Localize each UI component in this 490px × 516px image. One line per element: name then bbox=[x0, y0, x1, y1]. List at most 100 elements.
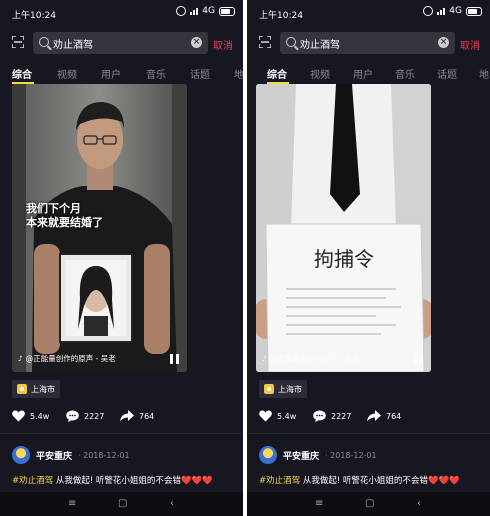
video-caption-line2: 本来就要结婚了 bbox=[26, 216, 103, 229]
system-nav-bar: ≡ ▢ ‹ bbox=[0, 492, 243, 516]
share-count: 764 bbox=[139, 411, 155, 421]
pause-icon[interactable] bbox=[170, 354, 179, 364]
status-time: 上午10:24 bbox=[12, 11, 56, 21]
post-date: · 2018-12-01 bbox=[78, 450, 130, 460]
tab-videos[interactable]: 视频 bbox=[57, 66, 77, 81]
share-icon bbox=[367, 410, 381, 422]
scan-icon[interactable] bbox=[12, 36, 24, 48]
tab-bar: 综合 视频 用户 音乐 话题 地 bbox=[247, 62, 490, 84]
tab-topics[interactable]: 话题 bbox=[190, 66, 210, 81]
search-query: 劝止酒驾 bbox=[53, 40, 93, 51]
tab-general[interactable]: 综合 bbox=[12, 66, 32, 81]
comment-icon bbox=[313, 410, 326, 422]
signal-icon bbox=[190, 7, 199, 15]
hashtag-link[interactable]: #劝止酒驾 bbox=[12, 476, 53, 486]
phone-screen-right: 上午10:24 4G 劝止酒驾 × 取消 综合 视频 用户 音乐 话题 地 拘捕… bbox=[247, 0, 490, 516]
network-type: 4G bbox=[449, 6, 462, 16]
search-icon bbox=[286, 37, 296, 47]
location-text: 上海市 bbox=[31, 384, 55, 394]
comment-count: 2227 bbox=[84, 411, 105, 421]
phone-screen-left: 上午10:24 4G 劝止酒驾 × 取消 综合 视频 用户 音乐 话题 地 我们… bbox=[0, 0, 243, 516]
music-title: @正能量创作的原声 - 吴老 bbox=[269, 354, 360, 363]
heart-emojis: ❤️❤️❤️ bbox=[427, 476, 460, 486]
share-button[interactable]: 764 bbox=[367, 410, 401, 422]
location-pin-icon bbox=[264, 384, 274, 394]
location-pin-icon bbox=[17, 384, 27, 394]
search-input[interactable]: 劝止酒驾 × bbox=[33, 32, 208, 54]
battery-icon bbox=[466, 6, 482, 16]
tab-places[interactable]: 地 bbox=[479, 66, 489, 81]
author-row[interactable]: 平安重庆 · 2018-12-01 bbox=[259, 446, 377, 464]
video-caption-line1: 我们下个月 bbox=[26, 202, 81, 215]
music-note-icon: ♪ bbox=[18, 354, 23, 363]
clear-icon[interactable]: × bbox=[191, 37, 202, 48]
home-nav-button[interactable]: ▢ bbox=[365, 498, 374, 509]
tab-places[interactable]: 地 bbox=[234, 66, 243, 81]
status-bar: 上午10:24 4G bbox=[0, 0, 243, 26]
music-info[interactable]: ♪ @正能量创作的原声 - 吴老 bbox=[18, 353, 116, 364]
like-button[interactable]: 5.4w bbox=[259, 410, 296, 422]
video-thumbnail[interactable]: 拘捕令 ♪ @正能量创作的原声 - 吴老 bbox=[256, 84, 431, 372]
scan-icon[interactable] bbox=[259, 36, 271, 48]
back-nav-button[interactable]: ‹ bbox=[417, 498, 421, 509]
alarm-icon bbox=[423, 6, 434, 16]
status-time: 上午10:24 bbox=[259, 11, 303, 21]
paper-text: 拘捕令 bbox=[314, 247, 374, 271]
search-input[interactable]: 劝止酒驾 × bbox=[280, 32, 455, 54]
video-description: #劝止酒驾 从我做起! 听警花小姐姐的不会错❤️❤️❤️ bbox=[259, 474, 484, 486]
menu-nav-button[interactable]: ≡ bbox=[68, 498, 76, 509]
heart-icon bbox=[259, 410, 272, 422]
back-nav-button[interactable]: ‹ bbox=[170, 498, 174, 509]
video-frame-arrest-warrant: 拘捕令 bbox=[256, 84, 431, 372]
cancel-button[interactable]: 取消 bbox=[213, 37, 233, 52]
heart-icon bbox=[12, 410, 25, 422]
tab-bar: 综合 视频 用户 音乐 话题 地 bbox=[0, 62, 243, 84]
music-note-icon: ♪ bbox=[262, 354, 267, 363]
post-date: · 2018-12-01 bbox=[325, 450, 377, 460]
author-name: 平安重庆 bbox=[283, 451, 320, 462]
alarm-icon bbox=[176, 6, 187, 16]
avatar[interactable] bbox=[12, 446, 30, 464]
video-thumbnail[interactable]: 我们下个月 本来就要结婚了 ♪ @正能量创作的原声 - 吴老 bbox=[12, 84, 187, 372]
tab-topics[interactable]: 话题 bbox=[437, 66, 457, 81]
pause-icon[interactable] bbox=[414, 354, 423, 364]
divider bbox=[0, 433, 243, 434]
location-text: 上海市 bbox=[278, 384, 302, 394]
avatar[interactable] bbox=[259, 446, 277, 464]
cancel-button[interactable]: 取消 bbox=[460, 37, 480, 52]
description-text: 从我做起! 听警花小姐姐的不会错 bbox=[300, 476, 428, 486]
like-button[interactable]: 5.4w bbox=[12, 410, 49, 422]
comment-count: 2227 bbox=[331, 411, 352, 421]
battery-icon bbox=[219, 6, 235, 16]
home-nav-button[interactable]: ▢ bbox=[118, 498, 127, 509]
author-row[interactable]: 平安重庆 · 2018-12-01 bbox=[12, 446, 130, 464]
heart-emojis: ❤️❤️❤️ bbox=[180, 476, 213, 486]
tab-users[interactable]: 用户 bbox=[353, 66, 373, 81]
network-type: 4G bbox=[202, 6, 215, 16]
search-icon bbox=[39, 37, 49, 47]
comment-button[interactable]: 2227 bbox=[66, 410, 104, 422]
hashtag-link[interactable]: #劝止酒驾 bbox=[259, 476, 300, 486]
share-icon bbox=[120, 410, 134, 422]
system-nav-bar: ≡ ▢ ‹ bbox=[247, 492, 490, 516]
tab-general[interactable]: 综合 bbox=[267, 66, 287, 81]
location-badge[interactable]: 上海市 bbox=[12, 380, 60, 398]
comment-button[interactable]: 2227 bbox=[313, 410, 351, 422]
tab-music[interactable]: 音乐 bbox=[395, 66, 415, 81]
share-button[interactable]: 764 bbox=[120, 410, 154, 422]
menu-nav-button[interactable]: ≡ bbox=[315, 498, 323, 509]
tab-videos[interactable]: 视频 bbox=[310, 66, 330, 81]
description-text: 从我做起! 听警花小姐姐的不会错 bbox=[53, 476, 181, 486]
location-badge[interactable]: 上海市 bbox=[259, 380, 307, 398]
share-count: 764 bbox=[386, 411, 402, 421]
status-bar: 上午10:24 4G bbox=[247, 0, 490, 26]
video-description: #劝止酒驾 从我做起! 听警花小姐姐的不会错❤️❤️❤️ bbox=[12, 474, 237, 486]
like-count: 5.4w bbox=[277, 411, 297, 421]
tab-users[interactable]: 用户 bbox=[101, 66, 121, 81]
music-title: @正能量创作的原声 - 吴老 bbox=[25, 354, 116, 363]
clear-icon[interactable]: × bbox=[438, 37, 449, 48]
music-info[interactable]: ♪ @正能量创作的原声 - 吴老 bbox=[262, 353, 360, 364]
comment-icon bbox=[66, 410, 79, 422]
tab-music[interactable]: 音乐 bbox=[146, 66, 166, 81]
search-query: 劝止酒驾 bbox=[300, 40, 340, 51]
